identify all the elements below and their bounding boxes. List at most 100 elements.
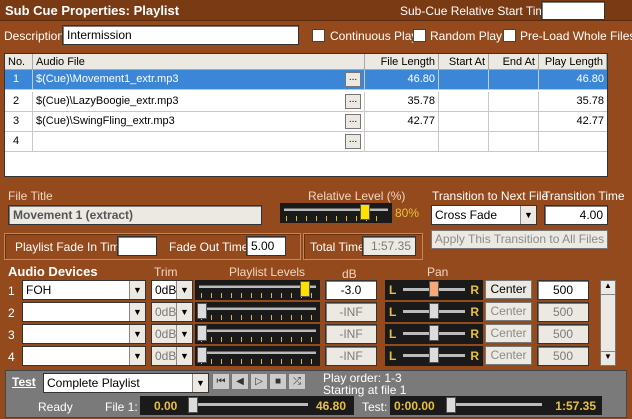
chevron-down-icon[interactable]: ▼ [129, 347, 145, 365]
pan-input[interactable]: 500 [537, 324, 589, 344]
test-progress-slider[interactable]: 0:00.00 1:57.35 [390, 396, 602, 415]
chevron-down-icon[interactable]: ▼ [129, 281, 145, 299]
col-start-at[interactable]: Start At [439, 54, 489, 70]
transition-select[interactable]: Cross Fade ▼ [431, 205, 537, 225]
file-progress-thumb[interactable] [188, 397, 198, 413]
table-row[interactable]: 2 $(Cue)\LazyBoogie_extr.mp3 ... 35.78 3… [5, 92, 607, 112]
pan-thumb[interactable] [429, 281, 439, 297]
browse-button[interactable]: ... [345, 114, 361, 129]
description-input[interactable]: Intermission [62, 25, 299, 45]
trim-select[interactable]: 0dB ▼ [151, 302, 193, 322]
pan-thumb[interactable] [429, 347, 439, 363]
chevron-down-icon[interactable]: ▼ [192, 374, 208, 392]
trim-label: Trim [154, 265, 178, 279]
apply-transition-button[interactable]: Apply This Transition to All Files [431, 230, 608, 249]
level-slider[interactable] [195, 346, 320, 366]
device-select[interactable]: ▼ [22, 346, 146, 366]
playlist-table[interactable]: No. Audio File File Length Start At End … [4, 53, 608, 177]
pan-thumb[interactable] [429, 303, 439, 319]
level-thumb[interactable] [300, 281, 311, 297]
test-mode-select[interactable]: Complete Playlist ▼ [43, 373, 209, 393]
chevron-down-icon[interactable]: ▼ [176, 281, 192, 299]
transition-time-input[interactable]: 4.00 [544, 205, 608, 225]
relative-start-input[interactable] [541, 1, 605, 20]
chevron-down-icon[interactable]: ▼ [176, 325, 192, 343]
pan-input[interactable]: 500 [537, 280, 589, 300]
relative-level-slider[interactable] [280, 203, 392, 223]
file-title-input: Movement 1 (extract) [8, 205, 262, 225]
center-button[interactable]: Center [485, 302, 532, 321]
pan-thumb[interactable] [429, 325, 439, 341]
fade-in-input[interactable] [117, 236, 157, 256]
chevron-down-icon[interactable]: ▼ [176, 303, 192, 321]
scroll-up-icon[interactable]: ▲ [601, 281, 615, 295]
center-button[interactable]: Center [485, 346, 532, 365]
devices-scrollbar[interactable]: ▲ ▼ [600, 280, 616, 366]
stop-icon[interactable]: ■ [269, 373, 287, 390]
chevron-down-icon[interactable]: ▼ [520, 206, 536, 224]
back-icon[interactable]: ◀ [231, 373, 249, 390]
row-start[interactable] [439, 70, 489, 89]
chevron-down-icon[interactable]: ▼ [129, 303, 145, 321]
trim-select[interactable]: 0dB ▼ [151, 324, 193, 344]
table-row[interactable]: 3 $(Cue)\SwingFling_extr.mp3 ... 42.77 4… [5, 112, 607, 132]
row-end[interactable] [489, 132, 539, 151]
col-no[interactable]: No. [5, 54, 33, 70]
file-progress-slider[interactable]: 0.00 46.80 [140, 396, 354, 415]
level-slider[interactable] [195, 302, 320, 322]
play-icon[interactable]: ▷ [250, 373, 268, 390]
random-play-checkbox[interactable] [413, 29, 426, 42]
center-button[interactable]: Center [485, 324, 532, 343]
level-thumb[interactable] [197, 325, 207, 341]
pan-slider[interactable]: L R [385, 324, 483, 344]
db-input[interactable]: -INF [325, 324, 377, 344]
row-end[interactable] [489, 92, 539, 111]
chevron-down-icon[interactable]: ▼ [129, 325, 145, 343]
pan-slider[interactable]: L R [385, 346, 483, 366]
pan-input[interactable]: 500 [537, 302, 589, 322]
chevron-down-icon[interactable]: ▼ [176, 347, 192, 365]
col-audio-file[interactable]: Audio File [33, 54, 365, 70]
db-input[interactable]: -INF [325, 302, 377, 322]
device-select[interactable]: ▼ [22, 324, 146, 344]
col-file-length[interactable]: File Length [365, 54, 439, 70]
relative-level-value: 80% [395, 206, 420, 220]
row-play: 35.78 [576, 95, 604, 107]
level-slider[interactable] [195, 324, 320, 344]
center-button[interactable]: Center [485, 280, 532, 299]
level-thumb[interactable] [197, 303, 207, 319]
trim-select[interactable]: 0dB ▼ [151, 280, 193, 300]
pan-slider[interactable]: L R [385, 280, 483, 300]
col-play-length[interactable]: Play Length [539, 54, 607, 70]
row-start[interactable] [439, 92, 489, 111]
level-slider[interactable] [195, 280, 320, 300]
trim-select[interactable]: 0dB ▼ [151, 346, 193, 366]
device-select[interactable]: FOH ▼ [22, 280, 146, 300]
file-title-label: File Title [8, 189, 53, 203]
browse-button[interactable]: ... [345, 134, 361, 149]
browse-button[interactable]: ... [345, 72, 361, 87]
level-thumb[interactable] [197, 347, 207, 363]
pan-slider[interactable]: L R [385, 302, 483, 322]
table-row[interactable]: 1 $(Cue)\Movement1_extr.mp3 ... 46.80 46… [5, 70, 607, 90]
device-select[interactable]: ▼ [22, 302, 146, 322]
rewind-icon[interactable]: ⏮ [212, 373, 230, 390]
audio-devices-label: Audio Devices [8, 264, 98, 279]
pan-input[interactable]: 500 [537, 346, 589, 366]
relative-level-thumb[interactable] [360, 204, 371, 220]
test-progress-thumb[interactable] [446, 397, 456, 413]
shuffle-icon[interactable]: ⤮ [288, 373, 306, 390]
browse-button[interactable]: ... [345, 94, 361, 109]
fade-out-input[interactable]: 5.00 [246, 236, 286, 256]
db-input[interactable]: -3.0 [325, 280, 377, 300]
row-end[interactable] [489, 70, 539, 89]
table-row[interactable]: 4 ... [5, 132, 607, 152]
row-start[interactable] [439, 112, 489, 131]
row-start[interactable] [439, 132, 489, 151]
row-end[interactable] [489, 112, 539, 131]
continuous-play-checkbox[interactable] [312, 29, 325, 42]
preload-checkbox[interactable] [503, 29, 516, 42]
col-end-at[interactable]: End At [489, 54, 539, 70]
scroll-down-icon[interactable]: ▼ [601, 351, 615, 365]
db-input[interactable]: -INF [325, 346, 377, 366]
